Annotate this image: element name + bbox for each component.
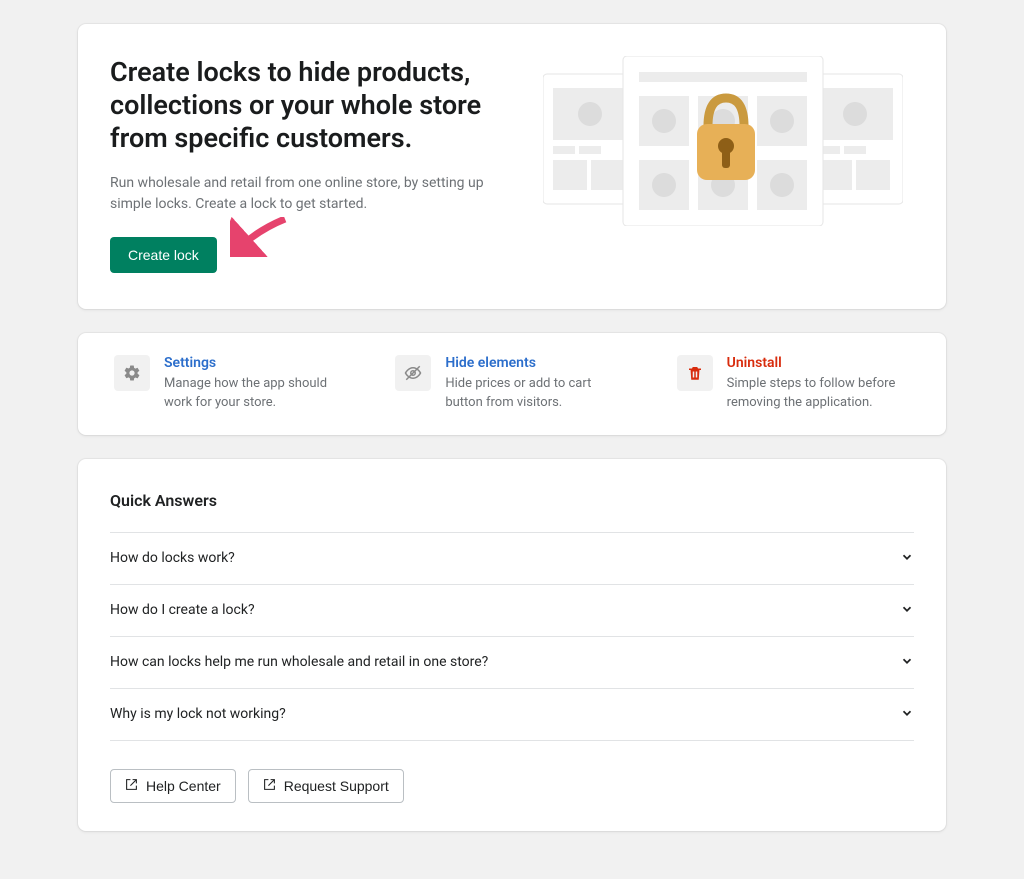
quicklink-title: Uninstall [727, 355, 910, 371]
quick-links-card: Settings Manage how the app should work … [78, 333, 946, 435]
request-support-button[interactable]: Request Support [248, 769, 404, 803]
hero-title: Create locks to hide products, collectio… [110, 56, 508, 155]
trash-icon [677, 355, 713, 391]
chevron-down-icon [900, 601, 914, 620]
chevron-down-icon [900, 653, 914, 672]
external-link-icon [263, 778, 276, 794]
quicklink-uninstall[interactable]: Uninstall Simple steps to follow before … [653, 355, 934, 413]
faq-item[interactable]: How do I create a lock? [110, 585, 914, 637]
quicklink-desc: Hide prices or add to cart button from v… [445, 375, 628, 413]
quicklink-desc: Manage how the app should work for your … [164, 375, 347, 413]
quicklink-title: Hide elements [445, 355, 628, 371]
faq-question: How do locks work? [110, 550, 235, 566]
request-support-label: Request Support [284, 778, 389, 794]
chevron-down-icon [900, 549, 914, 568]
help-center-button[interactable]: Help Center [110, 769, 236, 803]
hero-subtitle: Run wholesale and retail from one online… [110, 173, 508, 215]
faq-question: How do I create a lock? [110, 602, 255, 618]
faq-list: How do locks work? How do I create a loc… [110, 532, 914, 741]
quicklink-title: Settings [164, 355, 347, 371]
faq-item[interactable]: How can locks help me run wholesale and … [110, 637, 914, 689]
hero-illustration [532, 56, 914, 226]
faq-question: Why is my lock not working? [110, 706, 286, 722]
faq-item[interactable]: How do locks work? [110, 533, 914, 585]
hero-content: Create locks to hide products, collectio… [110, 56, 508, 273]
faq-question: How can locks help me run wholesale and … [110, 654, 488, 670]
external-link-icon [125, 778, 138, 794]
chevron-down-icon [900, 705, 914, 724]
gear-icon [114, 355, 150, 391]
eye-slash-icon [395, 355, 431, 391]
quicklink-settings[interactable]: Settings Manage how the app should work … [90, 355, 371, 413]
hero-card: Create locks to hide products, collectio… [78, 24, 946, 309]
quicklink-desc: Simple steps to follow before removing t… [727, 375, 910, 413]
faq-item[interactable]: Why is my lock not working? [110, 689, 914, 741]
create-lock-button[interactable]: Create lock [110, 237, 217, 273]
quick-answers-heading: Quick Answers [110, 491, 914, 510]
pointer-arrow-icon [230, 217, 290, 257]
quick-answers-card: Quick Answers How do locks work? How do … [78, 459, 946, 831]
help-center-label: Help Center [146, 778, 221, 794]
quicklink-hide-elements[interactable]: Hide elements Hide prices or add to cart… [371, 355, 652, 413]
